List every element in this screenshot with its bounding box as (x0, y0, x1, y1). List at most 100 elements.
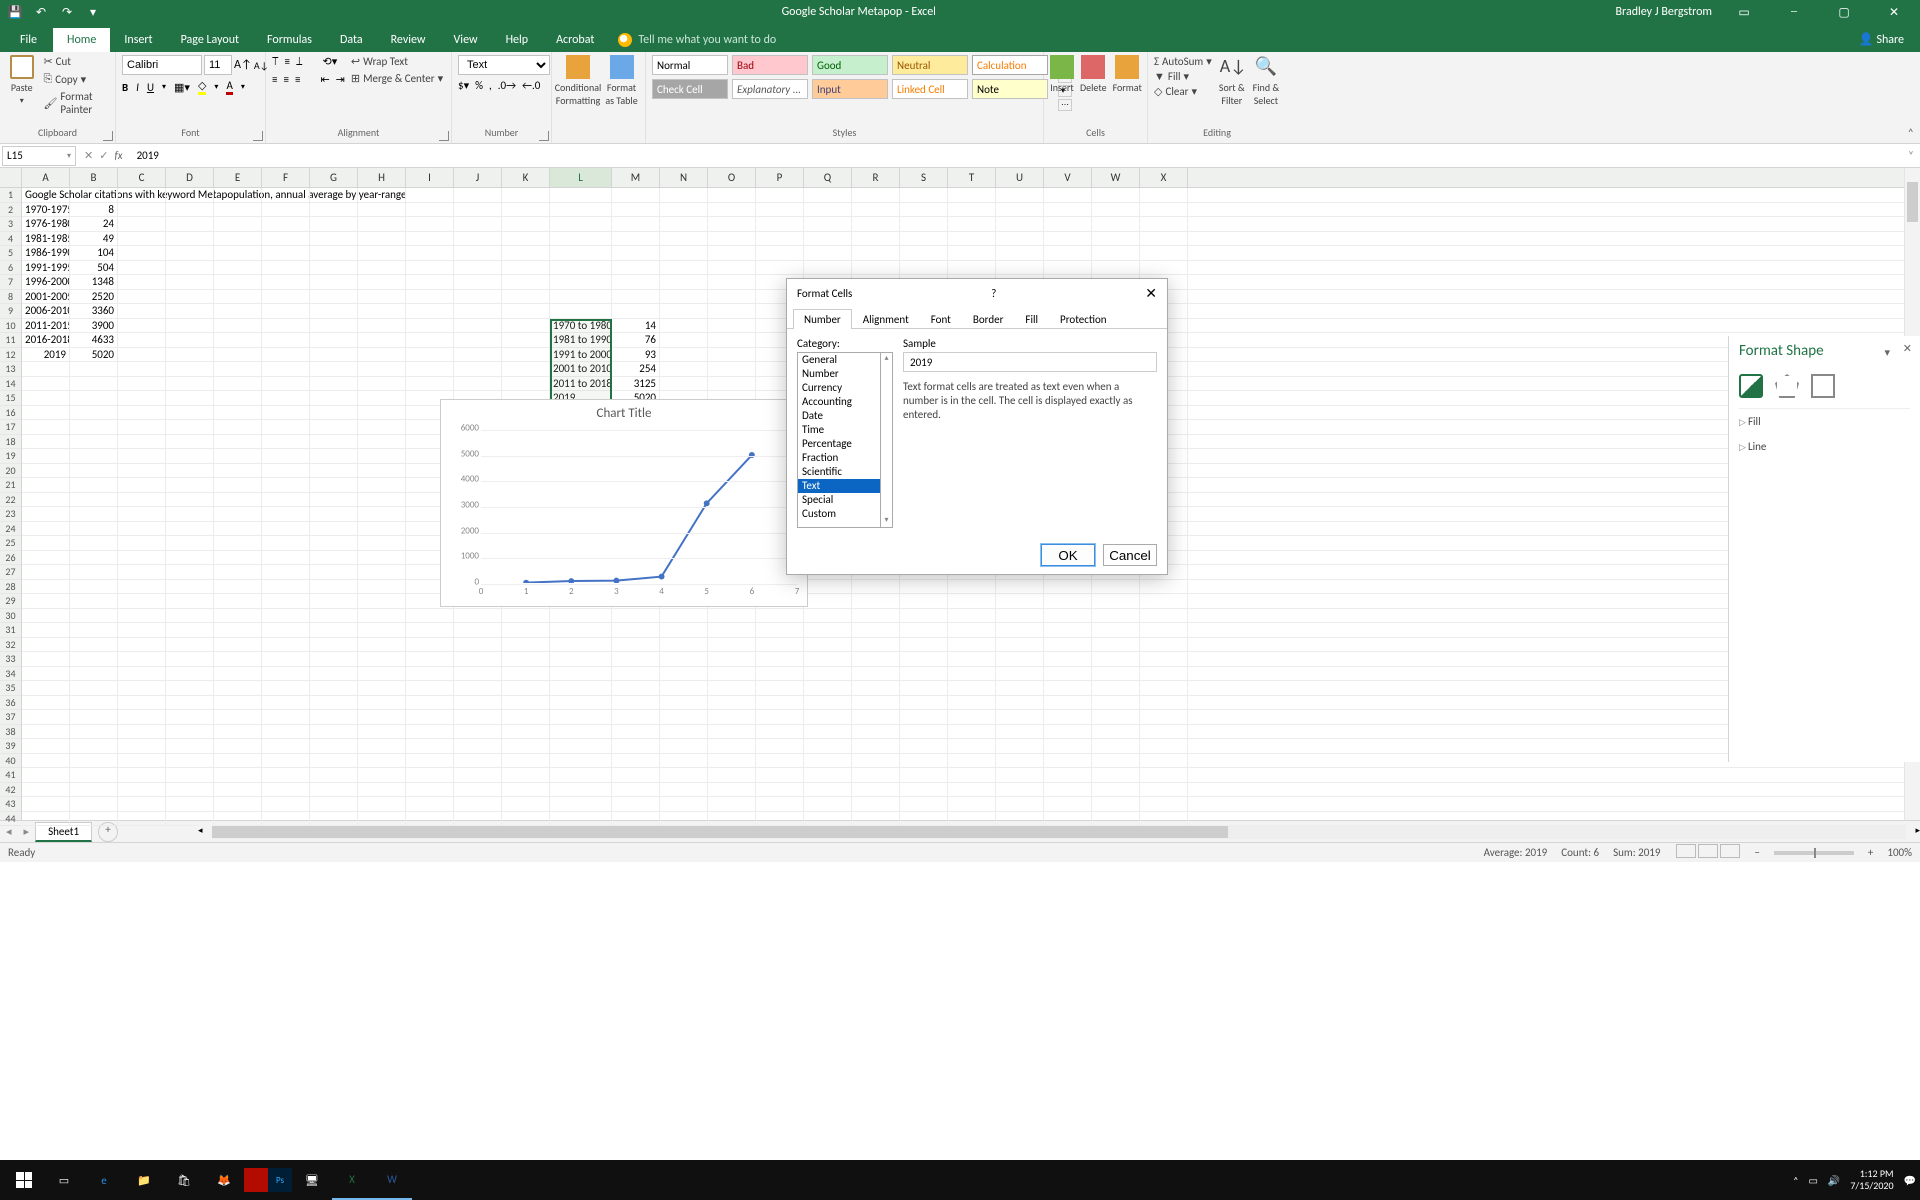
col-header-W[interactable]: W (1092, 168, 1140, 187)
cell[interactable] (502, 667, 550, 681)
cell[interactable] (852, 768, 900, 782)
col-header-L[interactable]: L (550, 168, 612, 187)
cell[interactable] (612, 232, 660, 246)
style-note[interactable]: Note (972, 79, 1048, 99)
cell[interactable] (262, 290, 310, 304)
undo-icon[interactable]: ↶ (32, 3, 50, 21)
cell[interactable] (550, 609, 612, 623)
cell[interactable] (310, 725, 358, 739)
cell[interactable] (660, 261, 708, 275)
cell[interactable] (70, 536, 118, 550)
cell[interactable] (214, 580, 262, 594)
cell[interactable] (406, 652, 454, 666)
cell[interactable] (550, 261, 612, 275)
cell[interactable] (996, 725, 1044, 739)
cell[interactable] (612, 768, 660, 782)
row-header[interactable]: 16 (0, 406, 21, 421)
cell[interactable] (1044, 783, 1092, 797)
cancel-formula-icon[interactable]: ✕ (84, 149, 93, 162)
cell[interactable] (118, 681, 166, 695)
zoom-in-icon[interactable]: + (1868, 846, 1873, 859)
expand-formula-bar-icon[interactable]: ˅ (1902, 149, 1920, 162)
dialog-tab-protection[interactable]: Protection (1049, 309, 1118, 329)
format-as-table-button[interactable]: Format as Table (604, 55, 639, 126)
cell[interactable] (948, 696, 996, 710)
cell[interactable] (262, 232, 310, 246)
cell[interactable] (454, 797, 502, 811)
cell[interactable] (118, 725, 166, 739)
edge-icon[interactable]: e (84, 1160, 124, 1200)
cell[interactable] (1140, 681, 1188, 695)
cell[interactable] (660, 652, 708, 666)
cell[interactable] (502, 768, 550, 782)
alignment-launcher-icon[interactable] (439, 131, 449, 141)
cell[interactable] (358, 754, 406, 768)
cell[interactable] (310, 768, 358, 782)
row-header[interactable]: 26 (0, 551, 21, 566)
cell[interactable] (852, 232, 900, 246)
cell[interactable] (118, 710, 166, 724)
number-launcher-icon[interactable] (539, 131, 549, 141)
cell[interactable] (1140, 232, 1188, 246)
italic-button[interactable]: I (136, 81, 139, 94)
cell[interactable] (166, 507, 214, 521)
cell[interactable] (118, 232, 166, 246)
cell[interactable] (358, 681, 406, 695)
cell[interactable] (502, 290, 550, 304)
cell[interactable] (118, 536, 166, 550)
cell[interactable] (756, 797, 804, 811)
cell[interactable]: 2011-2015 (22, 319, 70, 333)
cell[interactable] (358, 536, 406, 550)
tab-review[interactable]: Review (377, 28, 440, 52)
cell[interactable] (804, 652, 852, 666)
cell[interactable] (70, 783, 118, 797)
cell[interactable] (214, 652, 262, 666)
cell[interactable] (612, 275, 660, 289)
cell[interactable] (708, 739, 756, 753)
align-left-icon[interactable]: ≡ (272, 73, 277, 86)
col-header-E[interactable]: E (214, 168, 262, 187)
row-header[interactable]: 14 (0, 377, 21, 392)
cell[interactable] (310, 594, 358, 608)
cell[interactable] (358, 377, 406, 391)
cell[interactable] (948, 710, 996, 724)
dialog-tab-alignment[interactable]: Alignment (852, 309, 920, 329)
cell[interactable]: 3900 (70, 319, 118, 333)
cell[interactable] (166, 594, 214, 608)
cell[interactable] (70, 696, 118, 710)
cell[interactable] (612, 696, 660, 710)
cell[interactable] (214, 696, 262, 710)
cell[interactable] (358, 449, 406, 463)
start-button[interactable] (4, 1160, 44, 1200)
cell[interactable] (502, 652, 550, 666)
cell[interactable] (262, 362, 310, 376)
cell[interactable] (756, 609, 804, 623)
cell[interactable] (1044, 768, 1092, 782)
cell[interactable] (1044, 652, 1092, 666)
cell[interactable] (406, 362, 454, 376)
cell[interactable] (70, 391, 118, 405)
cell[interactable] (660, 638, 708, 652)
cell[interactable] (406, 348, 454, 362)
cell[interactable] (756, 623, 804, 637)
wrap-text-button[interactable]: ↩ Wrap Text (351, 55, 443, 68)
col-header-D[interactable]: D (166, 168, 214, 187)
cell[interactable] (550, 710, 612, 724)
cell[interactable]: 2006-2010 (22, 304, 70, 318)
cell[interactable] (406, 623, 454, 637)
cell[interactable] (406, 377, 454, 391)
category-item[interactable]: Time (798, 423, 880, 437)
cell[interactable] (660, 768, 708, 782)
style-bad[interactable]: Bad (732, 55, 808, 75)
col-header-R[interactable]: R (852, 168, 900, 187)
sheet-nav-prev-icon[interactable]: ◂ (0, 825, 18, 838)
cell[interactable] (358, 493, 406, 507)
cell[interactable] (358, 594, 406, 608)
style-linked-cell[interactable]: Linked Cell (892, 79, 968, 99)
cell[interactable] (214, 304, 262, 318)
cell[interactable] (118, 797, 166, 811)
cell[interactable] (660, 217, 708, 231)
cell[interactable] (660, 377, 708, 391)
cell[interactable] (900, 246, 948, 260)
tab-file[interactable]: File (4, 28, 53, 52)
